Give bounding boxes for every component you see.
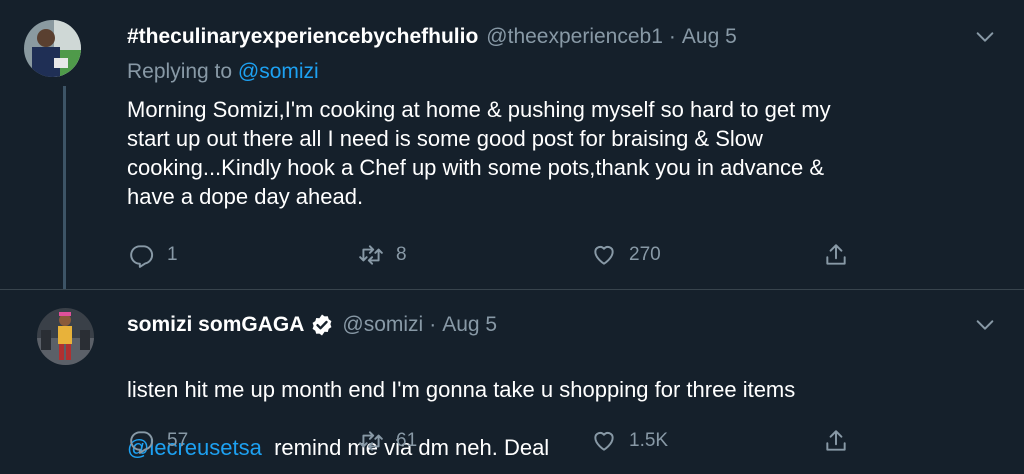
retweet-icon — [359, 245, 383, 265]
tweet-date[interactable]: Aug 5 — [442, 313, 497, 337]
heart-icon — [594, 431, 614, 451]
chevron-down-icon[interactable] — [974, 26, 996, 48]
tweet-header: #theculinaryexperiencebychefhulio @theex… — [127, 22, 737, 52]
author-name[interactable]: somizi somGAGA — [127, 313, 304, 337]
share-button[interactable] — [823, 428, 849, 454]
share-button[interactable] — [823, 242, 849, 268]
avatar-chefhulio[interactable] — [24, 20, 81, 77]
reply-button[interactable]: 57 — [129, 428, 188, 454]
tweet-1[interactable]: #theculinaryexperiencebychefhulio @theex… — [0, 0, 1024, 289]
share-icon — [826, 430, 846, 451]
like-count: 270 — [629, 244, 661, 265]
replying-label: Replying to — [127, 60, 233, 83]
retweet-count: 8 — [396, 244, 407, 265]
tweet-header: somizi somGAGA @somizi · Aug 5 — [127, 310, 497, 340]
reply-count: 57 — [167, 430, 189, 451]
like-button[interactable]: 1.5K — [591, 428, 668, 454]
retweet-icon — [359, 431, 383, 451]
retweet-button[interactable]: 61 — [358, 428, 417, 454]
reply-button[interactable]: 1 — [129, 242, 178, 268]
separator-dot: · — [429, 313, 437, 336]
verified-badge-icon — [310, 313, 334, 337]
heart-icon — [594, 245, 614, 265]
reply-count: 1 — [167, 244, 178, 265]
retweet-button[interactable]: 8 — [358, 242, 407, 268]
like-button[interactable]: 270 — [591, 242, 661, 268]
replying-to-link[interactable]: @somizi — [238, 60, 319, 83]
chevron-down-icon[interactable] — [974, 314, 996, 336]
reply-icon — [130, 431, 154, 454]
retweet-count: 61 — [396, 430, 418, 451]
thread-line — [63, 86, 66, 289]
replying-to: Replying to @somizi — [127, 60, 319, 84]
author-handle[interactable]: @somizi — [342, 313, 423, 337]
avatar-somizi[interactable] — [37, 308, 94, 365]
separator-dot: · — [668, 25, 676, 48]
tweet-date[interactable]: Aug 5 — [682, 25, 737, 49]
tweet-2[interactable]: somizi somGAGA @somizi · Aug 5 listen hi… — [0, 289, 1024, 474]
tweet-text-line: listen hit me up month end I'm gonna tak… — [127, 377, 796, 402]
like-count: 1.5K — [629, 430, 669, 451]
tweet-text: Morning Somizi,I'm cooking at home & pus… — [127, 97, 831, 209]
reply-icon — [130, 245, 154, 268]
tweet-text: listen hit me up month end I'm gonna tak… — [127, 346, 987, 462]
share-icon — [826, 244, 846, 265]
author-handle[interactable]: @theexperienceb1 — [486, 25, 663, 49]
author-name[interactable]: #theculinaryexperiencebychefhulio — [127, 25, 478, 49]
